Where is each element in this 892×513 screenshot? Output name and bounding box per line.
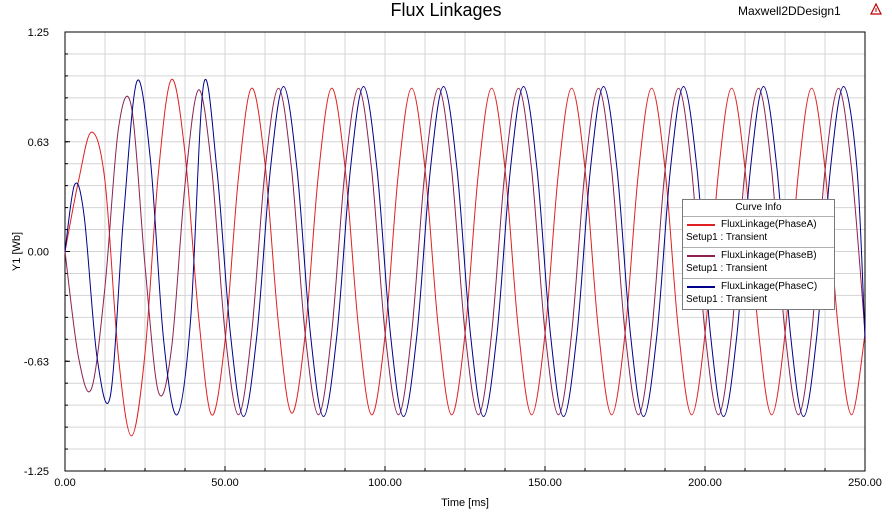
y-axis-label: Y1 [Wb] [11, 232, 23, 271]
legend-series-sublabel: Setup1 : Transient [686, 294, 768, 305]
legend-box[interactable]: Curve Info FluxLinkage(PhaseA) Setup1 : … [682, 199, 835, 310]
x-tick-label: 100.00 [368, 477, 402, 489]
y-tick-label: -0.63 [24, 356, 49, 368]
y-tick-label: -1.25 [24, 466, 49, 478]
x-tick-label: 0.00 [54, 477, 75, 489]
x-tick-label: 50.00 [211, 477, 239, 489]
y-tick-label: 0.63 [28, 137, 49, 149]
legend-series-sublabel: Setup1 : Transient [686, 232, 768, 243]
legend-entry-phase-b[interactable]: FluxLinkage(PhaseB) Setup1 : Transient [683, 248, 834, 279]
legend-swatch-phase-b [687, 255, 715, 257]
legend-swatch-phase-a [687, 224, 715, 226]
x-axis-label: Time [ms] [441, 497, 489, 509]
x-tick-label: 250.00 [848, 477, 882, 489]
legend-series-name: FluxLinkage(PhaseC) [721, 281, 818, 292]
legend-title: Curve Info [683, 200, 834, 217]
legend-series-sublabel: Setup1 : Transient [686, 263, 768, 274]
legend-entry-phase-a[interactable]: FluxLinkage(PhaseA) Setup1 : Transient [683, 217, 834, 248]
legend-series-name: FluxLinkage(PhaseB) [721, 250, 817, 261]
y-tick-label: 1.25 [28, 27, 49, 39]
x-tick-label: 150.00 [528, 477, 562, 489]
legend-series-name: FluxLinkage(PhaseA) [721, 219, 817, 230]
x-tick-label: 200.00 [688, 477, 722, 489]
legend-entry-phase-c[interactable]: FluxLinkage(PhaseC) Setup1 : Transient [683, 279, 834, 309]
y-tick-label: 0.00 [28, 247, 49, 259]
legend-swatch-phase-c [687, 286, 715, 288]
